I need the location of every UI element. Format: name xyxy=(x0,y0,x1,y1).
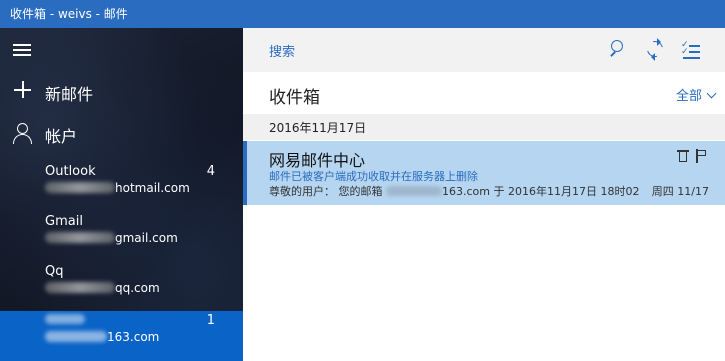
date-group-header: 2016年11月17日 xyxy=(243,114,725,140)
account-name: Gmail xyxy=(45,214,83,229)
message-list-pane: 搜索 ✓ ✓ 收件箱 全部 2016年11月17日 网易邮件中心 邮件已被客户端… xyxy=(243,28,725,361)
account-address: 163.com xyxy=(45,330,159,344)
account-item-gmail[interactable]: Gmail gmail.com xyxy=(0,212,243,262)
new-mail-label: 新邮件 xyxy=(45,85,94,104)
search-field[interactable]: 搜索 xyxy=(269,41,295,60)
chevron-down-icon xyxy=(706,88,717,99)
select-mode-icon[interactable]: ✓ ✓ xyxy=(681,39,701,59)
account-address: qq.com xyxy=(45,281,160,295)
redacted-blur xyxy=(386,186,442,196)
accounts-button[interactable]: 帐户 xyxy=(0,114,243,154)
window-title: 收件箱 - weivs - 邮件 xyxy=(10,7,128,21)
folder-title: 收件箱 xyxy=(269,88,320,108)
redacted-blur xyxy=(45,182,115,193)
filter-dropdown[interactable]: 全部 xyxy=(675,85,717,104)
account-item-outlook[interactable]: Outlook 4 hotmail.com xyxy=(0,162,243,212)
sidebar: 新邮件 帐户 Outlook 4 hotmail.com Gmail gmail… xyxy=(0,28,243,361)
message-date: 周四 11/17 xyxy=(651,185,709,198)
unread-count: 4 xyxy=(206,164,215,179)
hamburger-menu-icon[interactable] xyxy=(13,44,33,56)
redacted-blur xyxy=(45,282,115,293)
trash-icon[interactable] xyxy=(677,149,689,163)
new-mail-button[interactable]: 新邮件 xyxy=(0,72,243,112)
account-address: hotmail.com xyxy=(45,181,190,195)
sync-icon[interactable] xyxy=(644,38,666,61)
window-title-bar: 收件箱 - weivs - 邮件 xyxy=(0,0,725,28)
message-item[interactable]: 网易邮件中心 邮件已被客户端成功收取并在服务器上删除 尊敬的用户： 您的邮箱 1… xyxy=(243,141,725,205)
group-date: 2016年11月17日 xyxy=(269,121,367,135)
account-item-163[interactable]: 1 163.com xyxy=(0,311,243,361)
flag-icon[interactable] xyxy=(696,149,707,163)
selection-accent xyxy=(243,141,247,205)
plus-icon xyxy=(12,80,34,102)
account-name xyxy=(45,313,85,328)
unread-count: 1 xyxy=(206,313,215,328)
account-item-qq[interactable]: Qq qq.com xyxy=(0,262,243,312)
filter-label: 全部 xyxy=(675,89,702,104)
message-preview: 尊敬的用户： 您的邮箱 163.com 于 2016年11月17日 18时02 xyxy=(269,185,639,198)
redacted-blur xyxy=(45,331,107,342)
account-address: gmail.com xyxy=(45,231,178,245)
message-subject: 邮件已被客户端成功收取并在服务器上删除 xyxy=(269,170,478,183)
redacted-blur xyxy=(45,314,85,324)
accounts-label: 帐户 xyxy=(45,127,78,146)
account-name: Qq xyxy=(45,264,64,279)
person-icon xyxy=(12,122,34,144)
search-icon[interactable] xyxy=(607,39,627,59)
account-name: Outlook xyxy=(45,164,96,179)
redacted-blur xyxy=(45,232,115,243)
toolbar: 搜索 ✓ ✓ xyxy=(243,28,725,72)
